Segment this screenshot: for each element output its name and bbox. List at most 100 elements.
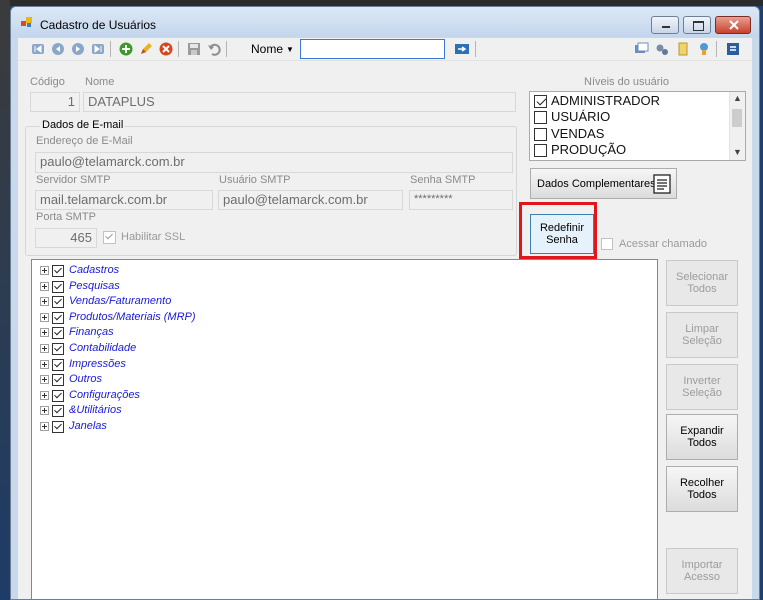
minimize-button[interactable] [651,16,679,34]
level-label: ADMINISTRADOR [551,93,661,108]
close-button[interactable] [715,16,751,34]
niveis-label: Níveis do usuário [584,76,669,88]
undo-icon[interactable] [206,41,222,57]
smtp-password-label: Senha SMTP [410,174,476,186]
expand-icon[interactable] [40,297,49,307]
permissions-tree[interactable]: Cadastros Pesquisas Vendas/Faturamento P… [31,259,658,599]
acessar-chamado-checkbox[interactable] [601,238,613,250]
recolher-todos-button[interactable]: Recolher Todos [666,466,738,512]
maximize-button[interactable] [683,16,711,34]
tree-checkbox[interactable] [52,327,64,340]
expand-icon[interactable] [40,266,49,275]
button-label: Expandir [680,425,724,437]
exit-icon[interactable] [725,41,741,57]
help-icon[interactable] [696,41,712,57]
level-item[interactable]: ADMINISTRADOR [532,93,732,109]
expand-icon[interactable] [40,390,49,400]
scrollbar-thumb[interactable] [732,109,742,127]
level-checkbox[interactable] [534,144,547,157]
tree-checkbox[interactable] [52,405,64,418]
expand-icon[interactable] [40,359,49,369]
search-field-dropdown[interactable]: Nome ▼ [251,42,294,56]
ssl-checkbox[interactable] [103,231,116,244]
codigo-field[interactable]: 1 [30,92,80,112]
desktop-edge [0,0,10,600]
window-title: Cadastro de Usuários [40,18,157,32]
nome-field[interactable]: DATAPLUS [83,92,516,112]
expand-icon[interactable] [40,375,49,385]
levels-scrollbar[interactable]: ▲ ▼ [729,92,745,160]
expand-icon[interactable] [40,328,49,338]
delete-icon[interactable] [158,41,174,57]
level-checkbox[interactable] [534,95,547,108]
tree-checkbox[interactable] [52,389,64,402]
tree-checkbox[interactable] [52,280,64,293]
tree-checkbox[interactable] [52,296,64,309]
button-label: Todos [687,489,717,501]
toolbar-separator [110,41,111,57]
title-bar[interactable]: Cadastro de Usuários [11,7,759,37]
report-icon[interactable] [633,41,649,57]
previous-record-icon[interactable] [50,41,66,57]
toolbar-separator [226,41,227,57]
level-checkbox[interactable] [534,111,547,124]
tree-checkbox[interactable] [52,358,64,371]
search-field-label: Nome [251,42,284,56]
expand-icon[interactable] [40,422,49,431]
tree-node-label: Pesquisas [69,279,120,292]
tree-checkbox[interactable] [52,374,64,387]
level-item[interactable]: USUÁRIO [532,109,732,125]
expandir-todos-button[interactable]: Expandir Todos [666,414,738,460]
ssl-label: Habilitar SSL [121,231,186,243]
tree-checkbox[interactable] [52,343,64,355]
smtp-server-field[interactable]: mail.telamarck.com.br [35,190,213,210]
next-record-icon[interactable] [70,41,86,57]
toolbar-separator [475,41,476,57]
smtp-port-field[interactable]: 465 [35,228,97,248]
tree-node-label: Produtos/Materiais (MRP) [69,310,196,323]
tree-node-label: Janelas [69,420,107,432]
highlight-box [519,202,597,259]
level-label: USUÁRIO [551,109,611,124]
smtp-user-field[interactable]: paulo@telamarck.com.br [218,190,403,210]
level-item[interactable]: VENDAS [532,126,732,142]
dados-complementares-button[interactable]: Dados Complementares [530,168,677,199]
save-icon[interactable] [186,41,202,57]
tree-checkbox[interactable] [52,311,64,324]
smtp-password-field[interactable]: ********* [409,190,513,210]
button-label: Todos [687,283,717,295]
first-record-icon[interactable] [30,41,46,57]
tree-checkbox[interactable] [52,421,64,433]
button-label: Limpar [685,323,719,335]
inverter-selecao-button[interactable]: Inverter Seleção [666,364,738,410]
tree-checkbox[interactable] [52,265,64,277]
expand-icon[interactable] [40,344,49,353]
maximize-icon [693,21,704,31]
chevron-down-icon: ▼ [286,45,294,55]
limpar-selecao-button[interactable]: Limpar Seleção [666,312,738,358]
user-levels-list[interactable]: ADMINISTRADOR USUÁRIO VENDAS PRODUÇÃO ▲ … [529,91,746,161]
chevron-down-icon[interactable]: ▼ [733,147,742,157]
level-item[interactable]: PRODUÇÃO [532,142,732,158]
document-icon[interactable] [675,41,691,57]
level-checkbox[interactable] [534,128,547,141]
expand-icon[interactable] [40,281,49,291]
search-input[interactable] [300,39,445,59]
email-field[interactable]: paulo@telamarck.com.br [35,152,513,173]
edit-icon[interactable] [138,41,154,57]
add-icon[interactable] [118,41,134,57]
nome-label: Nome [85,76,115,88]
selecionar-todos-button[interactable]: Selecionar Todos [666,260,738,306]
search-execute-icon[interactable] [454,41,470,57]
codigo-label: Código [30,76,65,88]
chevron-up-icon[interactable]: ▲ [733,93,742,103]
tree-node-label: Configurações [69,388,140,401]
last-record-icon[interactable] [90,41,106,57]
tree-node-label: &Utilitários [69,404,122,417]
tree-node-label: Impressões [69,357,126,370]
settings-icon[interactable] [654,41,670,57]
importar-acesso-button[interactable]: Importar Acesso [666,548,738,594]
expand-icon[interactable] [40,406,49,416]
button-label: Recolher [679,477,725,489]
expand-icon[interactable] [40,312,49,322]
